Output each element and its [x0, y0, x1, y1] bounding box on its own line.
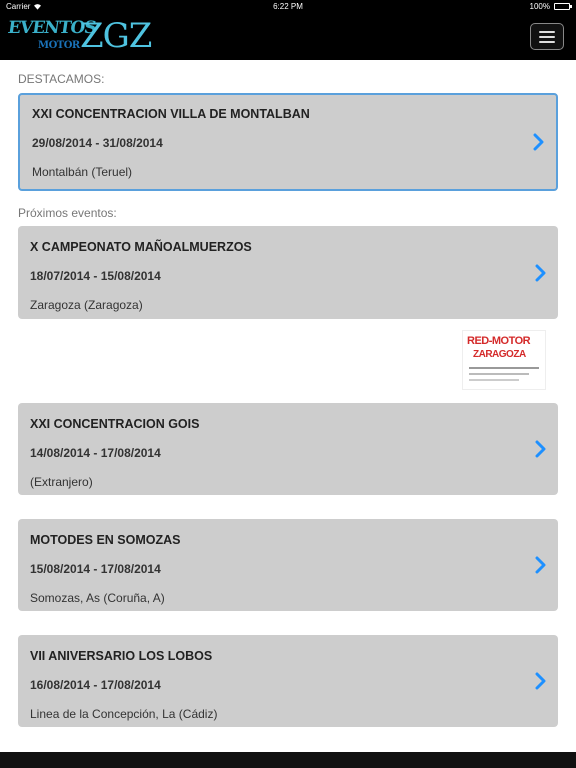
chevron-right-icon: [535, 556, 546, 574]
event-card[interactable]: XXI CONCENTRACION GOIS 14/08/2014 - 17/0…: [18, 403, 558, 495]
chevron-right-icon: [535, 672, 546, 690]
bottom-bar: [0, 752, 576, 768]
event-dates: 16/08/2014 - 17/08/2014: [30, 678, 161, 692]
chevron-right-icon: [535, 440, 546, 458]
event-card[interactable]: X CAMPEONATO MAÑOALMUERZOS 18/07/2014 - …: [18, 226, 558, 319]
event-title: VII ANIVERSARIO LOS LOBOS: [30, 649, 213, 663]
event-dates: 14/08/2014 - 17/08/2014: [30, 446, 161, 460]
app-logo[interactable]: EVENTOS MOTOR ZGZ: [7, 16, 153, 58]
featured-section-label: DESTACAMOS:: [18, 72, 105, 86]
chevron-right-icon: [533, 133, 544, 151]
hamburger-menu-icon[interactable]: [530, 23, 564, 50]
event-title: MOTODES EN SOMOZAS: [30, 533, 181, 547]
event-place: Linea de la Concepción, La (Cádiz): [30, 707, 218, 721]
event-dates: 15/08/2014 - 17/08/2014: [30, 562, 161, 576]
event-title: XXI CONCENTRACION GOIS: [30, 417, 200, 431]
event-place: Zaragoza (Zaragoza): [30, 298, 143, 312]
sponsor-ad[interactable]: RED-MOTOR ZARAGOZA: [462, 330, 546, 390]
app-header: EVENTOS MOTOR ZGZ: [0, 14, 576, 60]
event-place: Montalbán (Teruel): [32, 165, 133, 179]
featured-event-card[interactable]: XXI CONCENTRACION VILLA DE MONTALBAN 29/…: [18, 93, 558, 191]
ad-decoration: [469, 367, 539, 369]
event-title: X CAMPEONATO MAÑOALMUERZOS: [30, 240, 252, 254]
status-right: 100%: [529, 2, 572, 11]
upcoming-section-label: Próximos eventos:: [18, 206, 117, 220]
chevron-right-icon: [535, 264, 546, 281]
event-title: XXI CONCENTRACION VILLA DE MONTALBAN: [32, 107, 310, 121]
status-time: 6:22 PM: [273, 2, 303, 11]
event-dates: 18/07/2014 - 15/08/2014: [30, 269, 161, 283]
ad-decoration: [469, 373, 529, 375]
event-place: (Extranjero): [30, 475, 93, 489]
event-dates: 29/08/2014 - 31/08/2014: [32, 136, 163, 150]
battery-icon: [554, 3, 572, 10]
event-card[interactable]: VII ANIVERSARIO LOS LOBOS 16/08/2014 - 1…: [18, 635, 558, 727]
ad-line1: RED-MOTOR: [467, 335, 531, 347]
status-bar: Carrier 6:22 PM 100%: [0, 0, 576, 14]
logo-zgz: ZGZ: [80, 16, 152, 56]
ad-line2: ZARAGOZA: [473, 349, 526, 360]
event-place: Somozas, As (Coruña, A): [30, 591, 165, 605]
battery-percent: 100%: [529, 2, 550, 11]
event-card[interactable]: MOTODES EN SOMOZAS 15/08/2014 - 17/08/20…: [18, 519, 558, 611]
logo-motor: MOTOR: [38, 40, 80, 51]
ad-decoration: [469, 379, 519, 381]
